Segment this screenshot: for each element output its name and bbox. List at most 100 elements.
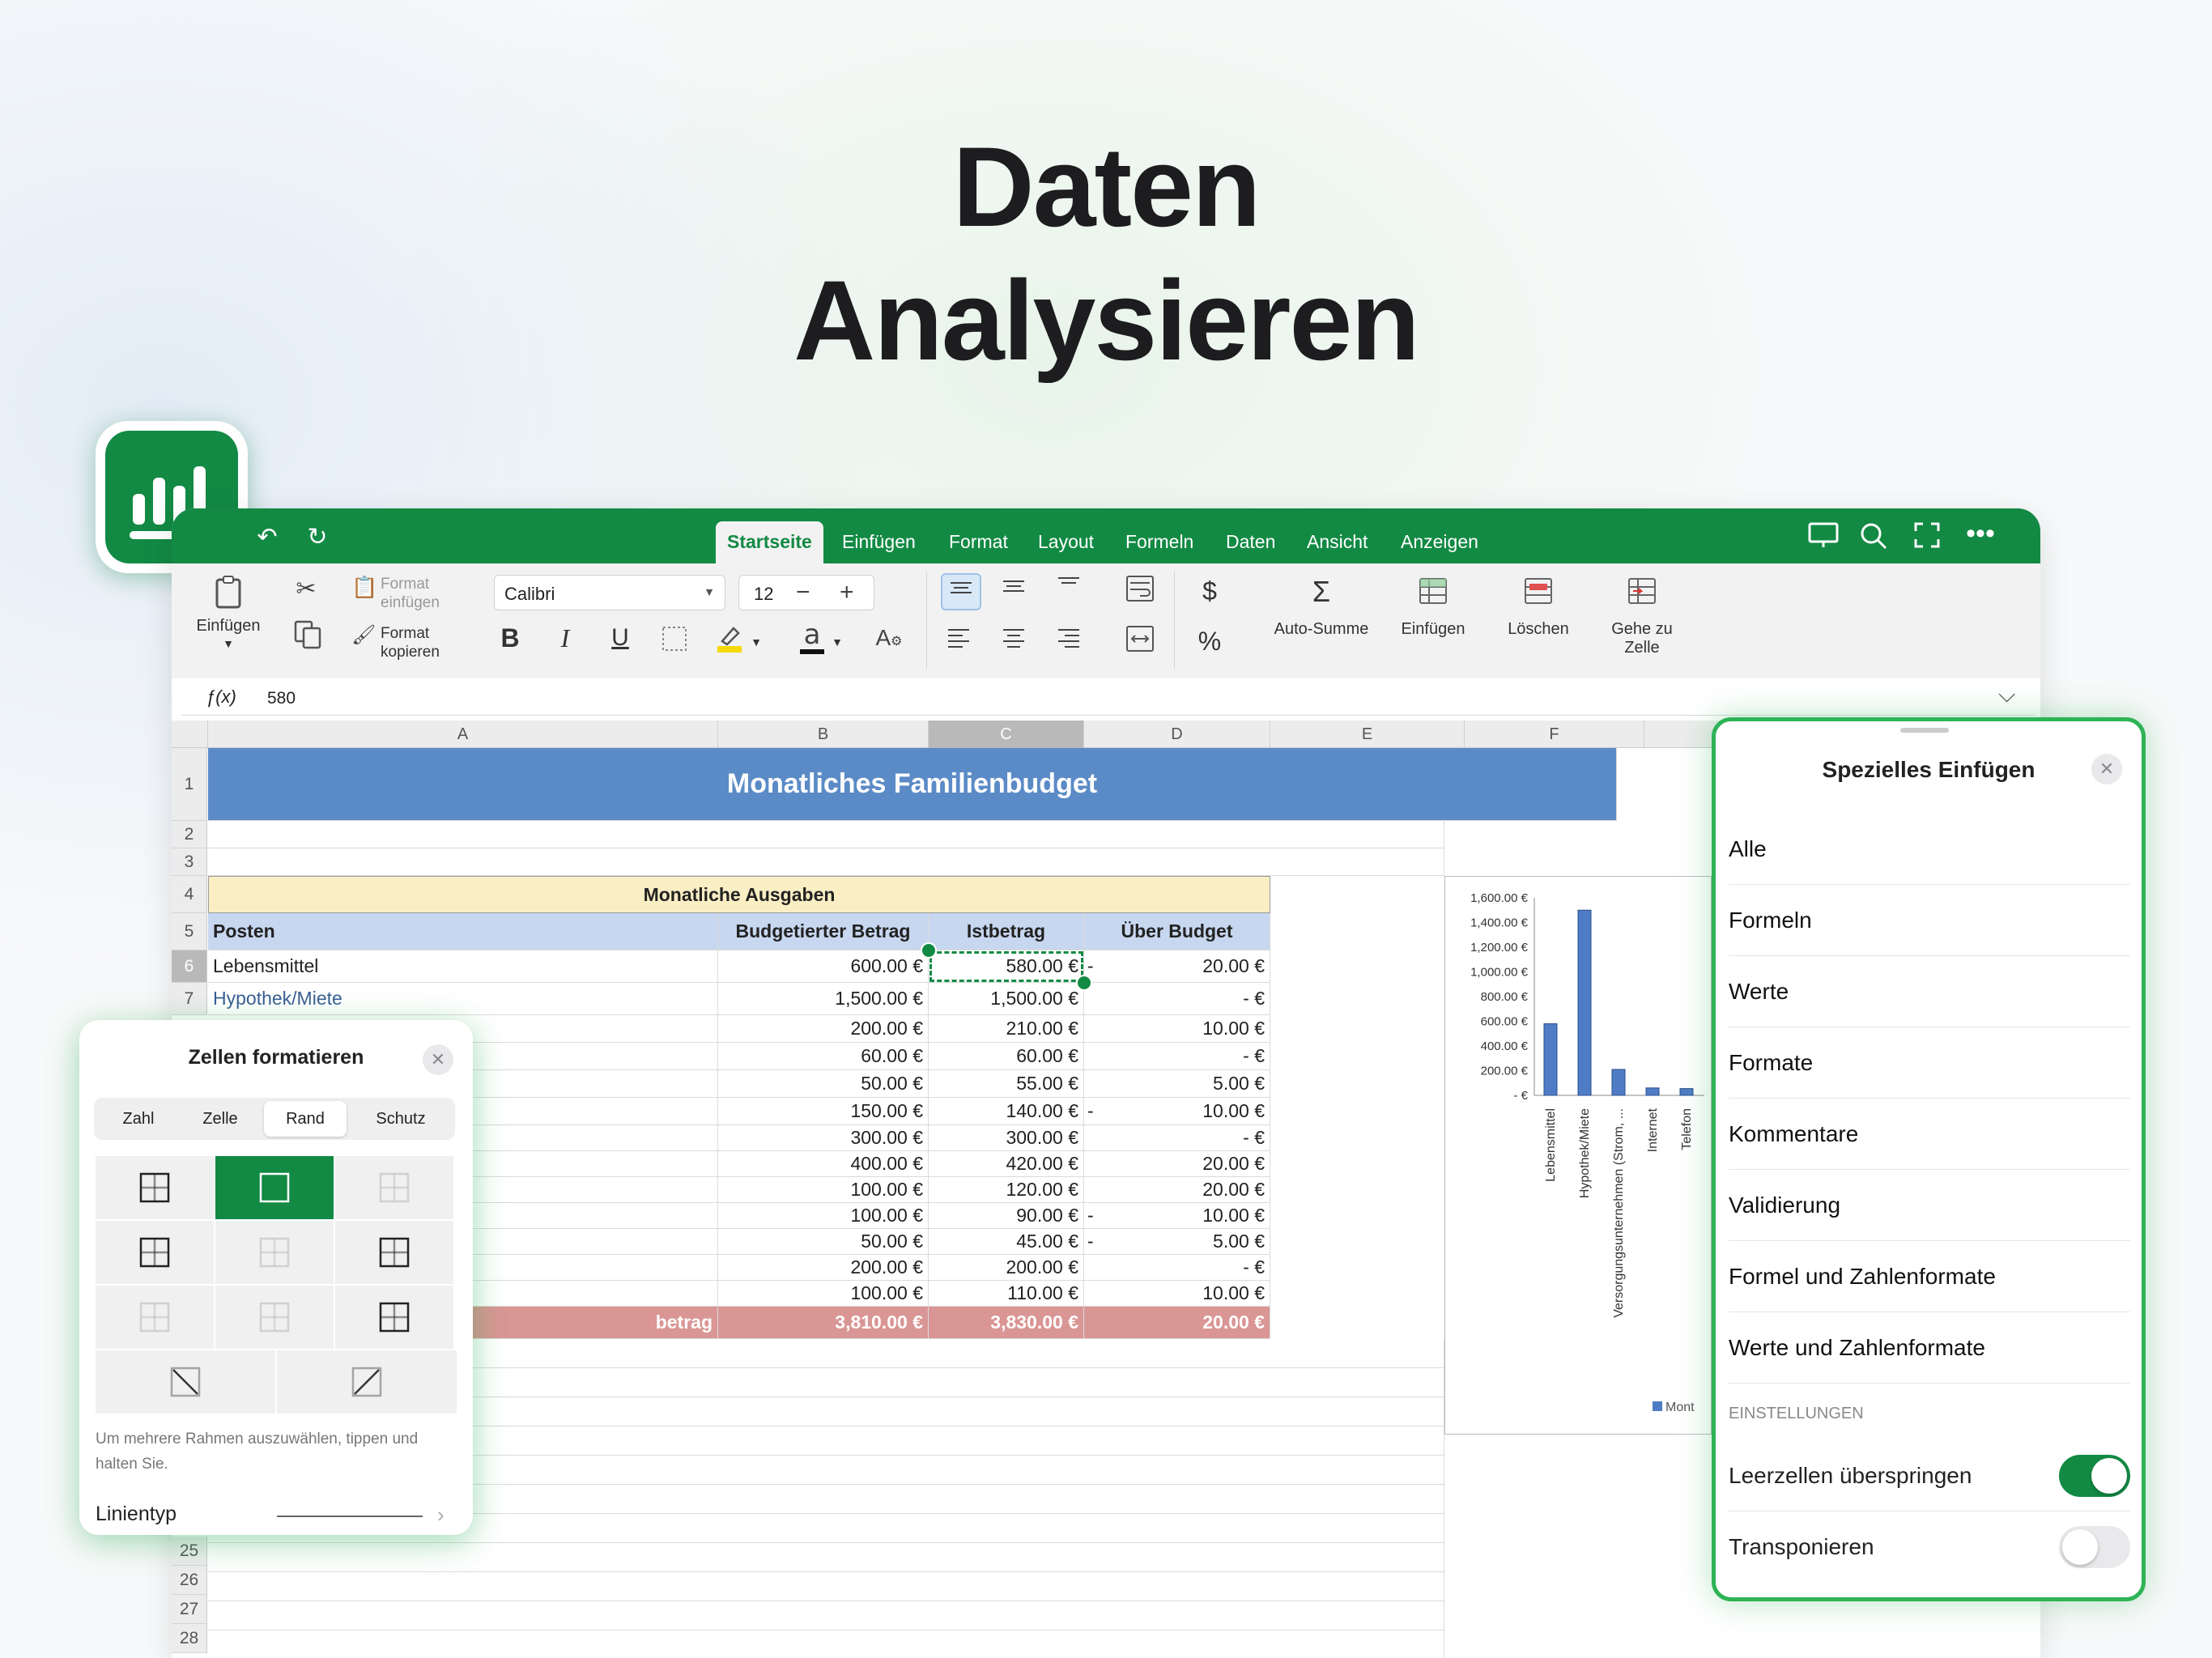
cell-diff[interactable]: - € [1084,1125,1270,1151]
cell-budget[interactable]: 200.00 € [718,1015,929,1043]
cell-budget[interactable]: 1,500.00 € [718,983,929,1015]
delete-cells-icon[interactable] [1522,576,1555,609]
format-paste-label[interactable]: Format einfügen [381,575,449,612]
column-header-cell[interactable]: Budgetierter Betrag [718,913,929,950]
inside-borders-icon[interactable] [335,1156,453,1219]
wrap-text-icon[interactable] [1124,575,1156,607]
cell-diff[interactable]: 10.00 € [1084,1015,1270,1043]
col-c[interactable]: C [929,721,1084,748]
total-ist-cell[interactable]: 3,830.00 € [929,1307,1084,1339]
cell-diff[interactable]: - € [1084,1043,1270,1070]
outside-borders-icon[interactable] [215,1156,334,1219]
drag-handle[interactable] [1900,728,1949,733]
select-all-corner[interactable] [172,721,208,748]
insert-cells-icon[interactable] [1417,576,1449,609]
cell-diff[interactable]: 10.00 € [1084,1281,1270,1307]
border-icon[interactable] [661,625,688,653]
tab-einfuegen[interactable]: Einfügen [842,531,916,553]
paste-option[interactable]: Kommentare [1729,1099,2130,1170]
cell-diff[interactable]: - € [1084,1255,1270,1281]
cell-budget[interactable]: 600.00 € [718,950,929,983]
cell-budget[interactable]: 50.00 € [718,1229,929,1255]
total-diff-cell[interactable]: 20.00 € [1084,1307,1270,1339]
cell-ist[interactable]: 140.00 € [929,1098,1084,1125]
cell-diff[interactable]: 10.00 € - [1084,1098,1270,1125]
format-paste-icon[interactable]: 📋 [351,575,377,599]
row-header[interactable]: 4 [172,876,207,913]
row-header[interactable]: 27 [172,1595,207,1624]
col-a[interactable]: A [208,721,718,748]
cell-diff[interactable]: 5.00 € - [1084,1229,1270,1255]
cell-diff[interactable]: 5.00 € [1084,1070,1270,1098]
delete-button[interactable]: Löschen [1491,620,1585,639]
fullscreen-icon[interactable] [1909,521,1945,554]
tab-ansicht[interactable]: Ansicht [1307,531,1368,553]
inside-horizontal-icon[interactable] [215,1286,334,1349]
chevron-right-icon[interactable]: › [437,1503,445,1528]
cell-diff[interactable]: 20.00 € [1084,1177,1270,1203]
cell-diff[interactable]: 10.00 € - [1084,1203,1270,1229]
tab-formeln[interactable]: Formeln [1125,531,1193,553]
empty-row[interactable] [208,821,1444,848]
column-header-cell[interactable]: Über Budget [1084,913,1270,950]
insert-button[interactable]: Einfügen [1386,620,1480,639]
cell-budget[interactable]: 100.00 € [718,1177,929,1203]
top-border-icon[interactable] [96,1286,214,1349]
font-color-icon[interactable]: a [798,619,826,654]
align-top-icon[interactable] [941,573,981,610]
undo-icon[interactable]: ↶ [249,521,285,554]
scissors-icon[interactable]: ✂ [291,575,321,604]
col-e[interactable]: E [1270,721,1465,748]
paste-option[interactable]: Formate [1729,1027,2130,1099]
chevron-down-icon[interactable]: ▼ [216,635,240,653]
cell-diff[interactable]: 20.00 € - [1084,950,1270,983]
selection-handle[interactable] [921,942,937,959]
plus-icon[interactable]: + [840,579,854,606]
cell-ist[interactable]: 200.00 € [929,1255,1084,1281]
paste-option[interactable]: Alle [1729,814,2130,885]
tab-zahl[interactable]: Zahl [99,1101,178,1137]
align-right-icon[interactable] [1051,625,1087,657]
skip-blanks-toggle[interactable] [2059,1455,2130,1497]
tab-anzeigen[interactable]: Anzeigen [1401,531,1478,553]
inside-vertical-icon[interactable] [215,1221,334,1284]
tab-schutz[interactable]: Schutz [350,1101,452,1137]
total-budget-cell[interactable]: 3,810.00 € [718,1307,929,1339]
diagonal-up-icon[interactable] [277,1350,457,1414]
format-copy-label[interactable]: Format kopieren [381,624,449,661]
row-header[interactable]: 3 [172,848,207,876]
cell-diff[interactable]: - € [1084,983,1270,1015]
row-header[interactable]: 26 [172,1566,207,1595]
tab-zelle[interactable]: Zelle [178,1101,262,1137]
align-middle-icon[interactable] [996,575,1032,607]
row-header[interactable]: 25 [172,1537,207,1566]
fill-color-icon[interactable] [714,622,747,654]
tab-format[interactable]: Format [949,531,1008,553]
empty-row[interactable] [208,1572,1444,1601]
redo-icon[interactable]: ↻ [300,521,335,554]
paste-option[interactable]: Validierung [1729,1170,2130,1241]
cell-ist[interactable]: 210.00 € [929,1015,1084,1043]
minus-icon[interactable]: − [796,579,810,606]
formula-value[interactable]: 580 [267,689,296,708]
more-icon[interactable]: ••• [1963,520,1998,554]
tab-startseite[interactable]: Startseite [716,521,823,565]
section-header-cell[interactable]: Monatliche Ausgaben [208,876,1270,913]
chevron-down-icon[interactable]: ▼ [748,633,764,652]
empty-row[interactable] [208,1630,1444,1658]
row-header[interactable]: 1 [172,748,207,821]
line-type-preview[interactable] [277,1516,423,1517]
paste-option[interactable]: Werte [1729,956,2130,1027]
percent-button[interactable]: % [1193,627,1226,656]
sheet-title-cell[interactable]: Monatliches Familienbudget [208,748,1617,821]
cell-ist[interactable]: 580.00 € [929,950,1084,983]
align-center-icon[interactable] [996,625,1032,657]
selection-handle[interactable] [1076,975,1092,991]
cell-budget[interactable]: 50.00 € [718,1070,929,1098]
chevron-down-icon[interactable]: ⌵ [1998,682,2015,708]
right-border-icon[interactable] [335,1221,453,1284]
paste-option[interactable]: Werte und Zahlenformate [1729,1312,2130,1384]
cell-posten[interactable]: Hypothek/Miete [208,983,718,1015]
row-header[interactable]: 2 [172,821,207,848]
cell-budget[interactable]: 100.00 € [718,1281,929,1307]
